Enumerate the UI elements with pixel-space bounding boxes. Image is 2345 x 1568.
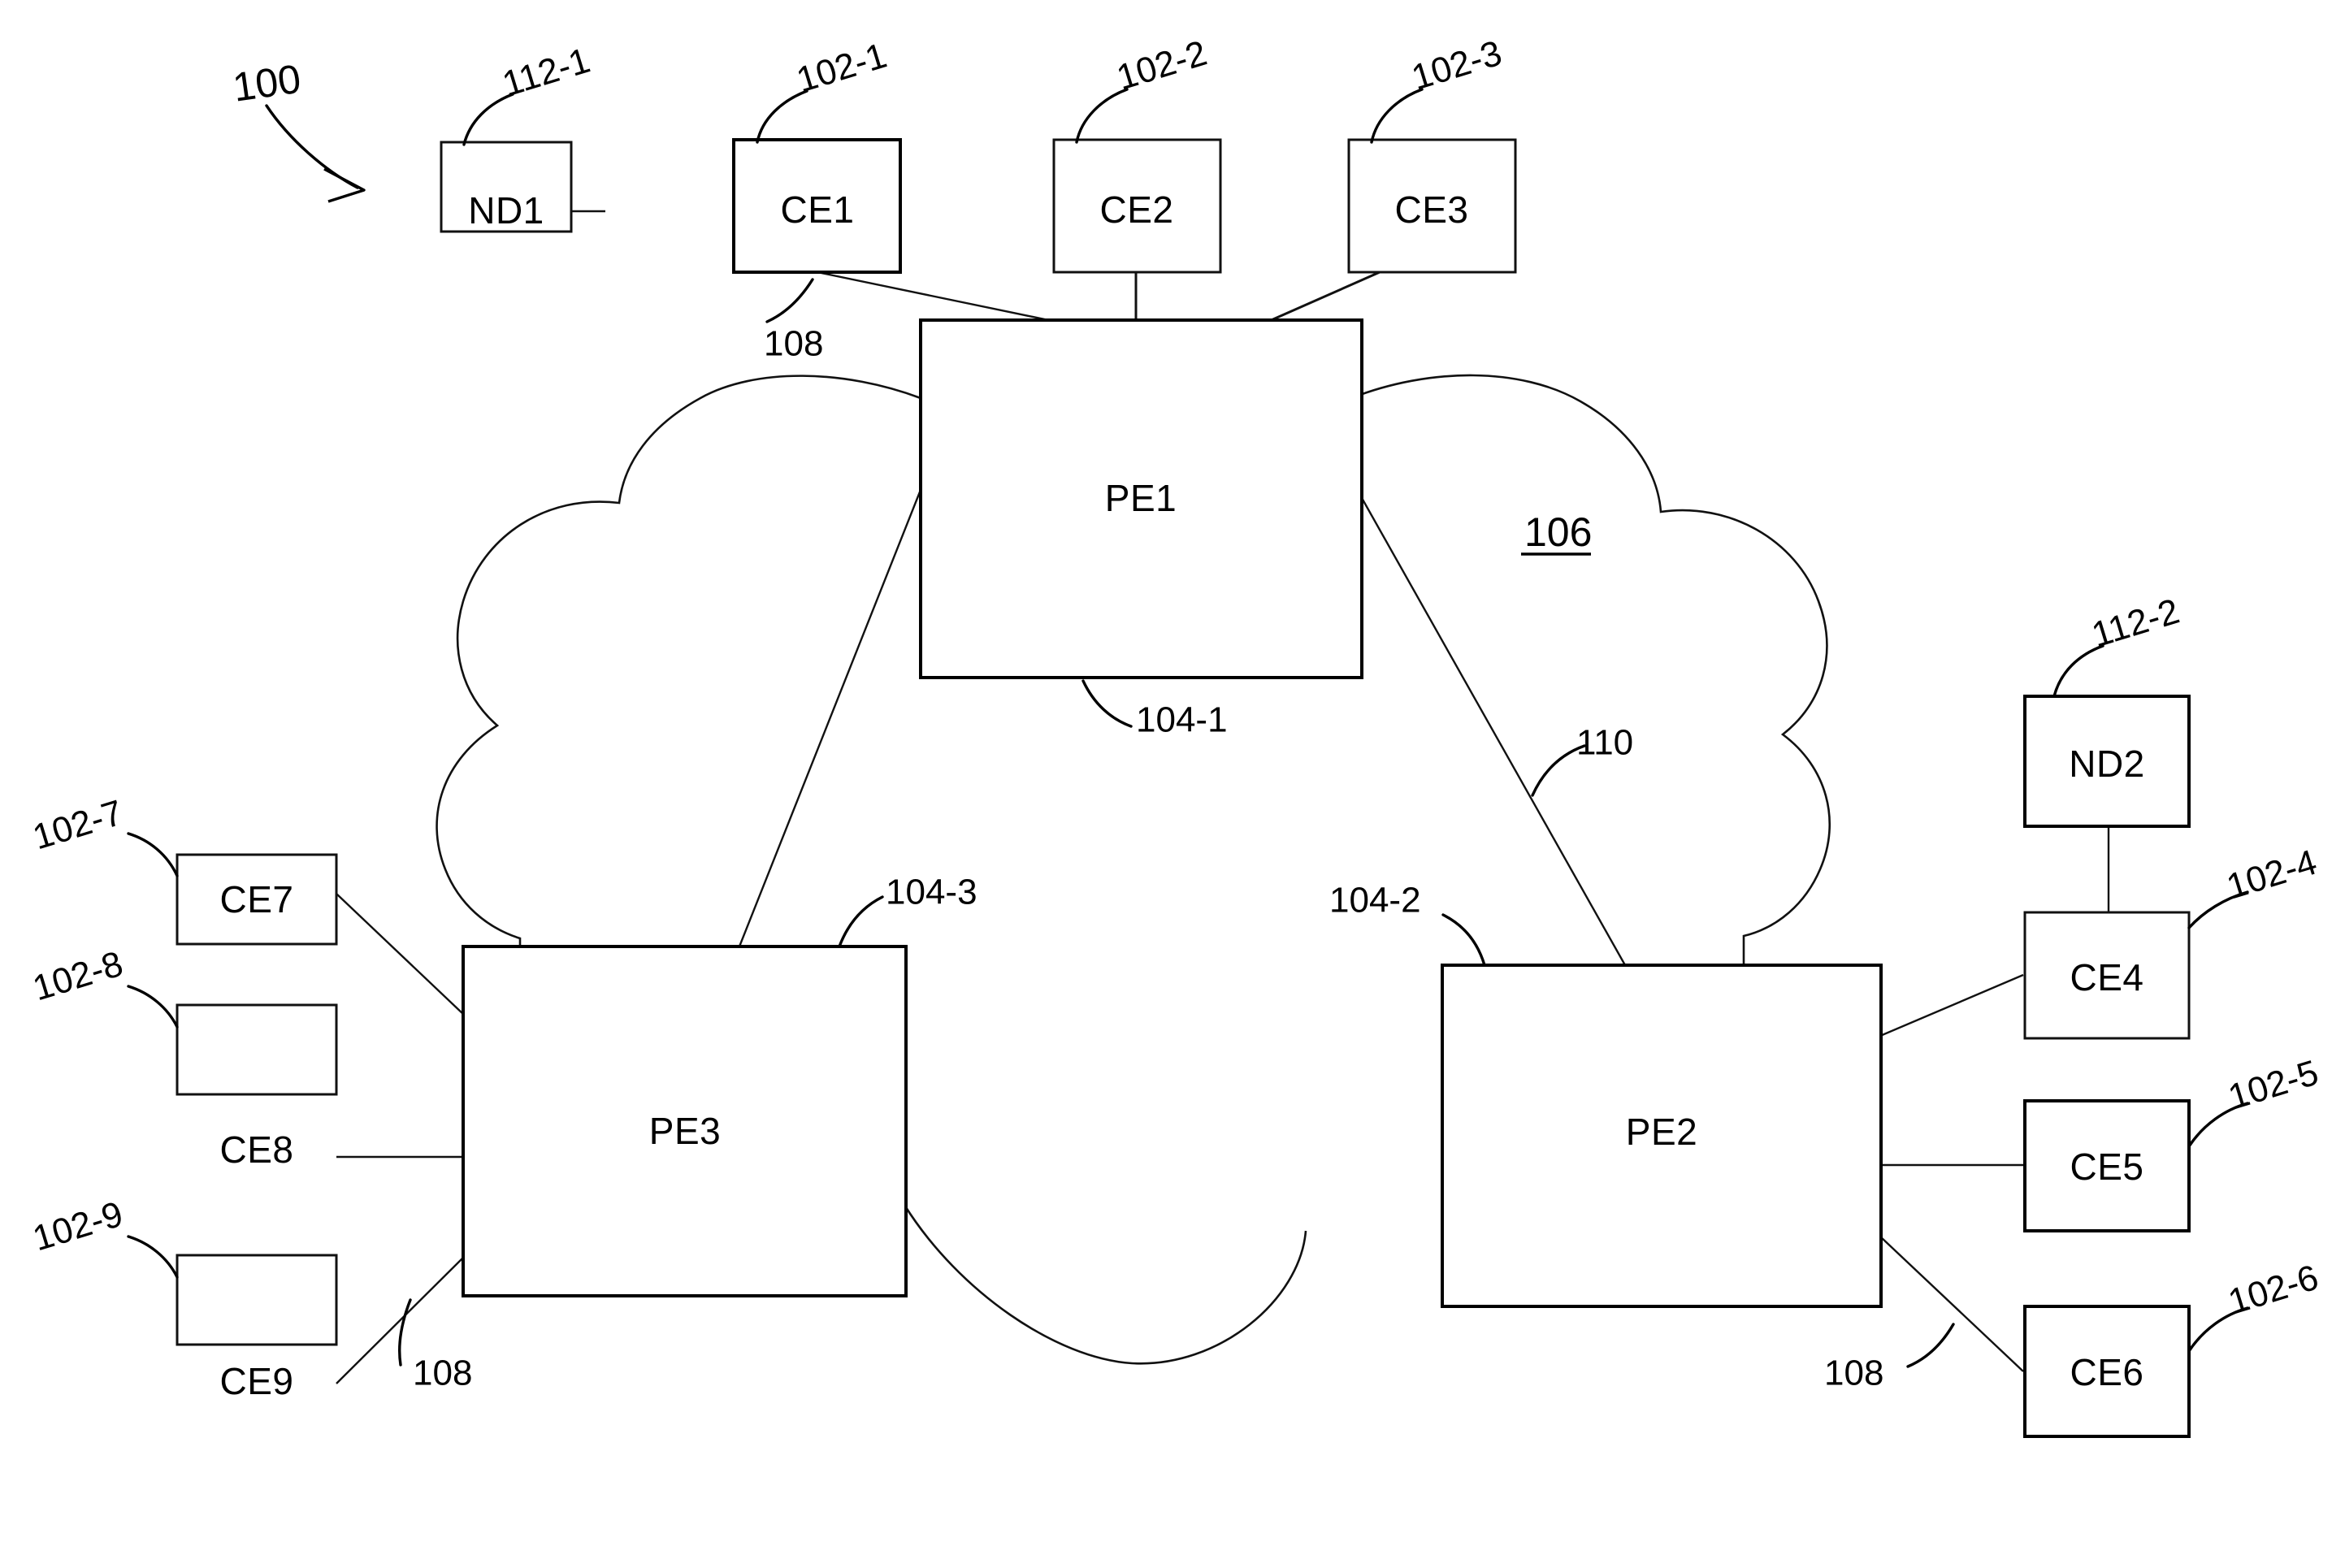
link-ce3-pe1 — [1267, 271, 1381, 323]
callout-102-7: 102-7 — [28, 793, 179, 877]
node-pe1-label: PE1 — [1105, 477, 1177, 519]
node-pe1[interactable]: PE1 — [919, 318, 1363, 679]
callout-104-3-text: 104-3 — [886, 873, 977, 912]
callout-102-4: 102-4 — [2187, 842, 2321, 929]
callout-102-7-leader — [127, 832, 179, 877]
node-ce9[interactable]: CE9 — [176, 1254, 338, 1402]
callout-102-9-leader — [127, 1235, 179, 1279]
callout-102-2-leader — [1075, 88, 1129, 144]
node-nd2-label: ND2 — [2069, 743, 2145, 785]
callout-102-4-text: 102-4 — [2222, 842, 2321, 907]
callout-112-1-text: 112-1 — [498, 41, 595, 105]
callout-102-2-text: 102-2 — [1112, 33, 1212, 98]
link-pe2-ce4 — [1879, 973, 2024, 1037]
callout-112-2-text: 112-2 — [2087, 591, 2184, 656]
callout-102-9-text: 102-9 — [28, 1194, 128, 1259]
node-ce3[interactable]: CE3 — [1347, 138, 1517, 274]
callout-106-cloud: 106 — [1521, 509, 1592, 556]
node-ce1-label: CE1 — [781, 188, 855, 231]
node-nd2[interactable]: ND2 — [2023, 695, 2191, 828]
node-ce5-label: CE5 — [2070, 1146, 2144, 1188]
figure-number: 100 — [230, 56, 303, 110]
callout-108-top: 108 — [764, 278, 823, 364]
figure-arrowhead — [323, 167, 366, 203]
callout-112-2-leader — [2052, 644, 2104, 698]
callout-112-2: 112-2 — [2052, 591, 2184, 698]
callout-112-1: 112-1 — [462, 41, 595, 146]
callout-102-8-leader — [127, 985, 179, 1029]
link-ce7-pe3 — [336, 893, 466, 1016]
callout-104-3: 104-3 — [838, 873, 977, 948]
node-ce7-label: CE7 — [220, 878, 294, 920]
callout-102-7-text: 102-7 — [28, 793, 128, 858]
cloud-outline-right — [1350, 374, 1831, 965]
cloud-outline-left — [436, 375, 921, 946]
node-ce9-box[interactable] — [176, 1254, 338, 1346]
node-nd1[interactable]: ND1 — [440, 141, 573, 233]
callout-108-right-text: 108 — [1824, 1354, 1883, 1393]
callout-102-1: 102-1 — [756, 36, 891, 144]
node-nd1-label: ND1 — [468, 189, 544, 232]
callout-108-top-leader — [765, 278, 814, 323]
callout-112-1-leader — [462, 93, 514, 146]
node-ce8-label: CE8 — [220, 1128, 294, 1171]
callout-108-right: 108 — [1824, 1323, 1955, 1393]
callout-106-text: 106 — [1524, 509, 1592, 555]
node-ce2[interactable]: CE2 — [1052, 138, 1222, 274]
callout-102-5: 102-5 — [2187, 1053, 2323, 1148]
callout-figure-100: 100 — [230, 56, 366, 203]
callout-104-2-text: 104-2 — [1329, 881, 1421, 920]
link-ce1-pe1 — [817, 271, 1057, 323]
callout-108-right-leader — [1906, 1323, 1955, 1368]
cloud-outline-bottom — [903, 1204, 1307, 1365]
callout-102-3-text: 102-3 — [1407, 33, 1506, 98]
callout-102-5-text: 102-5 — [2224, 1053, 2323, 1118]
node-ce8[interactable]: CE8 — [176, 1003, 338, 1171]
callout-102-9: 102-9 — [28, 1194, 179, 1279]
figure-arrow-leader — [265, 104, 359, 189]
callout-108-left-leader — [397, 1298, 412, 1367]
node-ce7[interactable]: CE7 — [176, 853, 338, 946]
callout-102-2: 102-2 — [1075, 33, 1212, 144]
node-ce8-box[interactable] — [176, 1003, 338, 1096]
node-ce1[interactable]: CE1 — [732, 138, 902, 274]
callout-102-1-text: 102-1 — [792, 36, 891, 101]
callout-108-left-text: 108 — [413, 1354, 472, 1393]
callout-102-6: 102-6 — [2187, 1258, 2323, 1353]
callout-108-left: 108 — [397, 1298, 472, 1393]
node-ce2-label: CE2 — [1100, 188, 1174, 231]
link-pe2-ce6 — [1879, 1236, 2024, 1372]
node-ce6-label: CE6 — [2070, 1351, 2144, 1393]
callout-108-top-text: 108 — [764, 324, 823, 364]
callout-104-1: 104-1 — [1081, 679, 1228, 740]
callout-102-6-text: 102-6 — [2224, 1258, 2323, 1323]
node-pe2-label: PE2 — [1626, 1111, 1697, 1153]
node-ce3-label: CE3 — [1395, 188, 1469, 231]
callout-102-8: 102-8 — [28, 944, 179, 1029]
callout-104-1-text: 104-1 — [1136, 700, 1228, 740]
callout-102-1-leader — [756, 89, 808, 144]
node-ce5[interactable]: CE5 — [2023, 1099, 2191, 1232]
node-pe3[interactable]: PE3 — [462, 945, 908, 1297]
node-ce4-label: CE4 — [2070, 956, 2144, 998]
diagram-canvas: ND1 CE1 CE2 CE3 PE1 PE3 PE2 CE7 CE8 CE9 … — [28, 33, 2323, 1438]
callout-104-1-leader — [1081, 679, 1133, 728]
node-ce6[interactable]: CE6 — [2023, 1305, 2191, 1438]
callout-102-3: 102-3 — [1370, 33, 1506, 144]
callout-104-3-leader — [838, 895, 884, 948]
callout-104-2: 104-2 — [1329, 881, 1486, 967]
callout-102-3-leader — [1370, 88, 1424, 144]
callout-102-8-text: 102-8 — [28, 944, 128, 1009]
node-pe2[interactable]: PE2 — [1441, 964, 1883, 1308]
callout-110-text: 110 — [1576, 723, 1633, 763]
callout-110: 110 — [1531, 723, 1633, 797]
patent-figure-network-diagram: ND1 CE1 CE2 CE3 PE1 PE3 PE2 CE7 CE8 CE9 … — [0, 0, 2345, 1568]
node-pe3-label: PE3 — [649, 1110, 721, 1152]
callout-104-2-leader — [1441, 913, 1486, 967]
node-ce9-label: CE9 — [220, 1360, 294, 1402]
node-ce4[interactable]: CE4 — [2023, 911, 2191, 1040]
